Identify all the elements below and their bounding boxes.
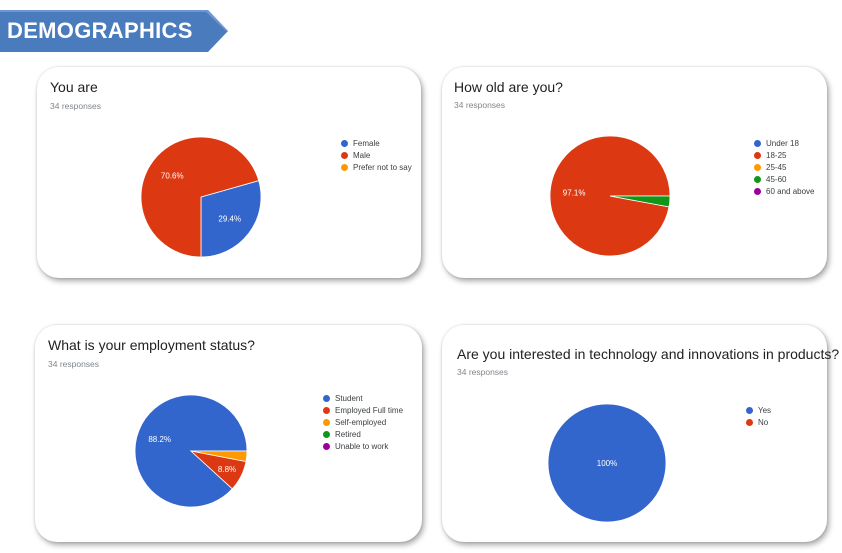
pie-data-label-employed-full-time: 8.8% (218, 465, 236, 474)
legend-item-25-45: 25-45 (754, 161, 815, 173)
legend-item-female: Female (341, 137, 412, 149)
legend-item-self-employed: Self-employed (323, 416, 403, 428)
legend-label: Male (353, 150, 371, 160)
section-title: DEMOGRAPHICS (7, 18, 193, 43)
pie-chart: 100% (547, 403, 667, 523)
legend-label: Under 18 (766, 138, 799, 148)
legend-swatch (323, 394, 330, 402)
legend-item-yes: Yes (746, 404, 771, 416)
pie-data-label-female: 29.4% (218, 215, 241, 224)
legend-label: No (758, 417, 769, 427)
legend-label: 18-25 (766, 150, 787, 160)
chart-card-gender: You are 34 responses 29.4% 70.6% Female Ma… (37, 67, 421, 278)
legend-label: 45-60 (766, 174, 787, 184)
legend-label: Female (353, 138, 380, 148)
legend-label: Self-employed (335, 417, 387, 427)
legend-item-student: Student (323, 392, 403, 404)
legend-swatch (754, 139, 761, 147)
legend-swatch (754, 187, 761, 195)
legend-swatch (341, 151, 348, 159)
chart-card-interest: Are you interested in technology and inn… (442, 325, 839, 542)
legend-label: Yes (758, 405, 772, 415)
legend-swatch (754, 175, 761, 183)
chart-card-age: How old are you? 34 responses 97.1% Unde… (442, 67, 827, 278)
chart-legend: Student Employed Full time Self-employed Re… (323, 392, 403, 452)
section-banner: DEMOGRAPHICS (0, 10, 228, 52)
legend-label: Employed Full time (335, 405, 404, 415)
pie-data-label-18-25: 97.1% (563, 189, 586, 198)
legend-swatch (323, 406, 330, 414)
pie-data-label-student: 88.2% (148, 435, 171, 444)
legend-swatch (754, 151, 761, 159)
legend-item-18-25: 18-25 (754, 149, 815, 161)
legend-swatch (746, 406, 753, 414)
chart-card-employment: What is your employment status? 34 respo… (35, 325, 422, 542)
legend-item-60-and-above: 60 and above (754, 185, 815, 197)
legend-item-employed-full-time: Employed Full time (323, 404, 403, 416)
legend-item-retired: Retired (323, 428, 403, 440)
legend-label: Unable to work (335, 441, 389, 451)
legend-item-prefer-not-to-say: Prefer not to say (341, 161, 412, 173)
legend-swatch (341, 163, 348, 171)
legend-item-unable-to-work: Unable to work (323, 440, 403, 452)
legend-swatch (341, 139, 348, 147)
legend-swatch (323, 430, 330, 438)
legend-swatch (323, 442, 330, 450)
chart-legend: Under 18 18-25 25-45 45-60 60 and above (754, 137, 815, 197)
legend-swatch (323, 418, 330, 426)
legend-label: 25-45 (766, 162, 787, 172)
legend-label: Student (335, 393, 363, 403)
chart-legend: Female Male Prefer not to say (341, 137, 412, 173)
legend-swatch (754, 163, 761, 171)
legend-item-male: Male (341, 149, 412, 161)
legend-item-no: No (746, 416, 771, 428)
legend-item-45-60: 45-60 (754, 173, 815, 185)
legend-label: Retired (335, 429, 361, 439)
legend-swatch (746, 418, 753, 426)
legend-item-under-18: Under 18 (754, 137, 815, 149)
pie-data-label-male: 70.6% (161, 171, 184, 180)
pie-data-label-yes: 100% (597, 459, 617, 468)
legend-label: Prefer not to say (353, 162, 412, 172)
legend-label: 60 and above (766, 186, 815, 196)
chart-legend: Yes No (746, 404, 771, 428)
